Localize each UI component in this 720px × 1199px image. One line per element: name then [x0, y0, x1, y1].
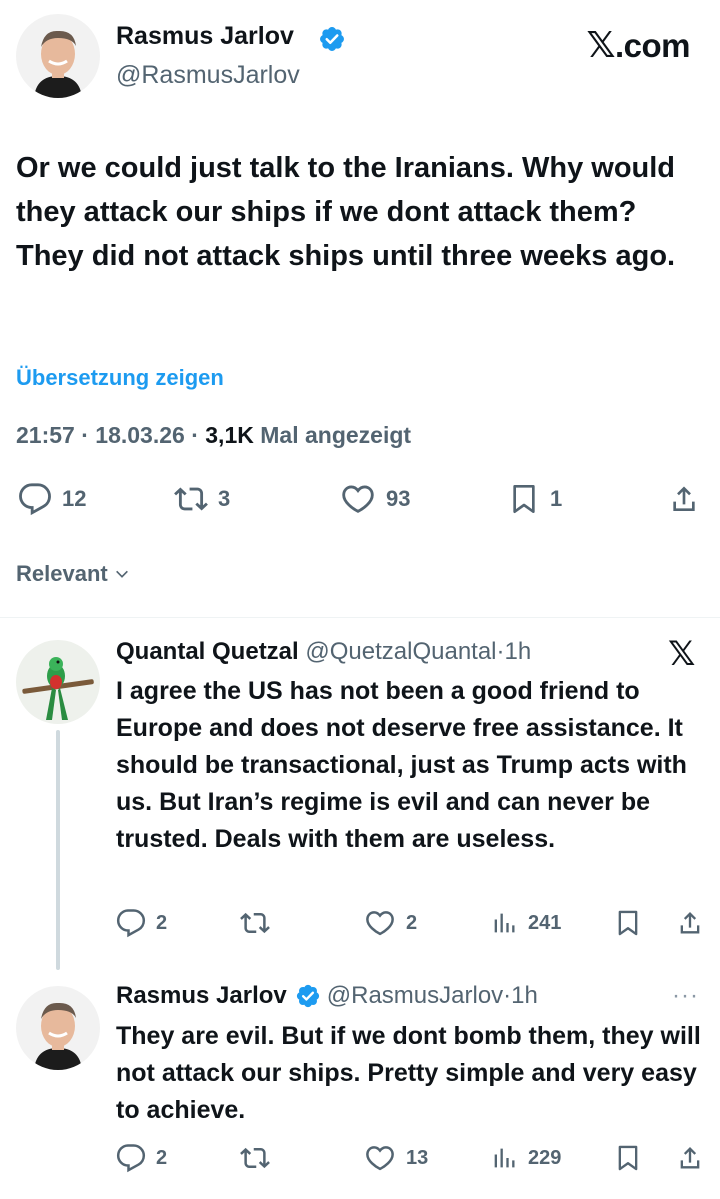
reply-button[interactable]: 2 [116, 1143, 167, 1173]
repost-button[interactable] [240, 1143, 270, 1173]
like-icon [366, 1146, 394, 1171]
share-icon [680, 912, 700, 934]
repost-button[interactable] [240, 908, 270, 938]
like-icon [366, 911, 394, 936]
reply-avatar[interactable] [16, 986, 100, 1070]
reply-header: Rasmus Jarlov @RasmusJarlov · 1h [116, 982, 538, 1010]
share-icon [680, 1147, 700, 1169]
chevron-down-icon [115, 570, 128, 578]
like-count: 93 [386, 486, 411, 511]
bookmark-icon [618, 910, 638, 936]
bookmark-button[interactable] [614, 1143, 642, 1173]
verified-badge-icon [318, 25, 346, 53]
like-button[interactable]: 2 [364, 908, 417, 938]
reply-icon [19, 483, 51, 516]
bookmark-icon [513, 485, 535, 513]
views-count: 241 [528, 911, 562, 934]
tweet-time[interactable]: 21:57 [16, 422, 75, 448]
views-button[interactable]: 229 [490, 1143, 561, 1173]
x-logo-icon: 𝕏 [668, 635, 696, 673]
repost-icon [174, 487, 208, 511]
like-button[interactable]: 13 [364, 1143, 428, 1173]
bookmark-count: 1 [550, 486, 563, 511]
repost-icon [240, 1147, 270, 1169]
views-icon [494, 1148, 515, 1168]
like-count: 13 [406, 1146, 429, 1169]
repost-count: 3 [218, 486, 231, 511]
sort-selector[interactable]: Relevant [16, 561, 130, 587]
more-icon[interactable]: ··· [672, 982, 699, 1010]
reply-text: I agree the US has not been a good frien… [116, 677, 687, 853]
bookmark-button[interactable]: 1 [508, 482, 562, 516]
author-name[interactable]: Rasmus Jarlov [116, 22, 294, 51]
views-count: 229 [528, 1146, 562, 1169]
reply-icon [116, 909, 146, 938]
reply-author-handle[interactable]: @QuetzalQuantal [305, 638, 496, 665]
like-button[interactable]: 93 [340, 482, 410, 516]
reply-avatar[interactable] [16, 640, 100, 724]
reply-button[interactable]: 2 [116, 908, 167, 938]
site-label: 𝕏.com [586, 24, 690, 65]
section-divider [0, 617, 720, 618]
reply-count: 12 [62, 486, 87, 511]
bookmark-button[interactable] [614, 908, 642, 938]
reply-age[interactable]: 1h [511, 982, 538, 1010]
x-logo-icon: 𝕏 [586, 24, 615, 65]
share-icon [673, 486, 695, 511]
reply-author-name[interactable]: Quantal Quetzal [116, 638, 299, 665]
reply-count: 2 [156, 911, 168, 934]
share-button[interactable] [676, 908, 704, 938]
repost-button[interactable]: 3 [174, 482, 230, 516]
reply-text: They are evil. But if we dont bomb them,… [116, 1022, 701, 1124]
bookmark-icon [618, 1145, 638, 1171]
reply-author-name[interactable]: Rasmus Jarlov [116, 982, 287, 1010]
repost-icon [240, 912, 270, 934]
tweet-meta: 21:57 · 18.03.26 · 3,1K Mal angezeigt [16, 422, 412, 448]
tweet-text: Or we could just talk to the Iranians. W… [16, 152, 676, 272]
author-avatar[interactable] [16, 14, 100, 98]
reply-header: Quantal Quetzal @QuetzalQuantal·1h [116, 638, 532, 665]
thread-line [56, 730, 60, 970]
views-button[interactable]: 241 [490, 908, 561, 938]
reply-button[interactable]: 12 [18, 482, 86, 516]
like-count: 2 [406, 911, 418, 934]
reply-age[interactable]: 1h [505, 638, 532, 665]
reply-icon [116, 1144, 146, 1173]
tweet-date[interactable]: 18.03.26 [95, 422, 185, 448]
views-label: Mal angezeigt [260, 422, 412, 448]
author-handle[interactable]: @RasmusJarlov [116, 61, 300, 90]
translate-link[interactable]: Übersetzung zeigen [16, 365, 224, 391]
reply-author-handle[interactable]: @RasmusJarlov [327, 982, 503, 1010]
verified-badge-icon [296, 984, 319, 1008]
share-button[interactable] [676, 1143, 704, 1173]
views-icon [494, 913, 515, 933]
reply-count: 2 [156, 1146, 168, 1169]
views-count: 3,1K [205, 422, 254, 448]
like-icon [342, 485, 374, 513]
share-button[interactable] [668, 482, 700, 516]
sort-label: Relevant [16, 561, 108, 586]
